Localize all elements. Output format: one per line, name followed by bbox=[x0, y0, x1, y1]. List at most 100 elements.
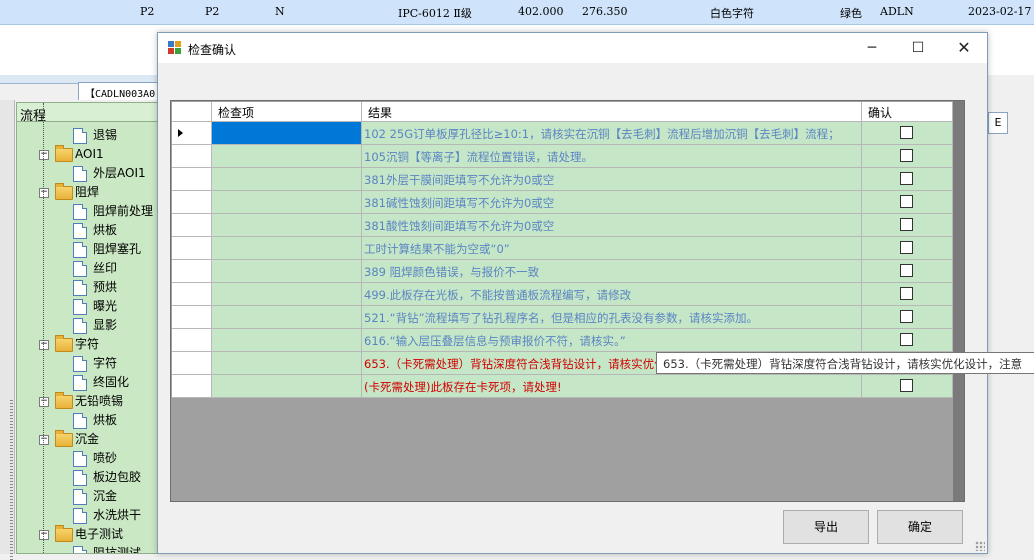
table-row[interactable]: (卡死需处理)此板存在卡死项，请处理! bbox=[172, 375, 953, 398]
row-selector[interactable] bbox=[172, 352, 212, 375]
confirm-checkbox[interactable] bbox=[900, 149, 913, 162]
tree-group-node[interactable]: − 电子测试 bbox=[17, 525, 157, 544]
header-check-item[interactable]: 检查项 bbox=[212, 102, 362, 122]
collapse-icon[interactable]: − bbox=[39, 150, 49, 160]
tree-leaf-node[interactable]: 喷砂 bbox=[17, 449, 157, 468]
row-selector[interactable] bbox=[172, 145, 212, 168]
row-selector[interactable] bbox=[172, 306, 212, 329]
check-item-cell[interactable] bbox=[212, 191, 362, 214]
collapse-icon[interactable]: − bbox=[39, 340, 49, 350]
row-selector[interactable] bbox=[172, 214, 212, 237]
background-right-tab[interactable]: E bbox=[988, 112, 1008, 134]
confirm-cell[interactable] bbox=[862, 283, 953, 306]
row-selector[interactable] bbox=[172, 283, 212, 306]
row-selector[interactable] bbox=[172, 122, 212, 145]
tree-leaf-node[interactable]: 阻焊前处理 bbox=[17, 202, 157, 221]
confirm-button[interactable]: 确定 bbox=[877, 510, 963, 544]
result-cell[interactable]: 381酸性蚀刻间距填写不允许为0或空 bbox=[362, 214, 862, 237]
tree-leaf-node[interactable]: 终固化 bbox=[17, 373, 157, 392]
confirm-cell[interactable] bbox=[862, 260, 953, 283]
tree-leaf-node[interactable]: 阻焊塞孔 bbox=[17, 240, 157, 259]
tree-leaf-node[interactable]: 外层AOI1 bbox=[17, 164, 157, 183]
row-selector[interactable] bbox=[172, 168, 212, 191]
tree-leaf-node[interactable]: 水洗烘干 bbox=[17, 506, 157, 525]
result-cell[interactable]: 521.“背钻”流程填写了钻孔程序名，但是相应的孔表没有参数，请核实添加。 bbox=[362, 306, 862, 329]
result-cell[interactable]: 499.此板存在光板，不能按普通板流程编写，请修改 bbox=[362, 283, 862, 306]
background-splitter[interactable] bbox=[0, 100, 15, 560]
confirm-cell[interactable] bbox=[862, 214, 953, 237]
confirm-checkbox[interactable] bbox=[900, 126, 913, 139]
result-cell[interactable]: (卡死需处理)此板存在卡死项，请处理! bbox=[362, 375, 862, 398]
confirm-cell[interactable] bbox=[862, 329, 953, 352]
confirm-checkbox[interactable] bbox=[900, 172, 913, 185]
result-cell[interactable]: 381碱性蚀刻间距填写不允许为0或空 bbox=[362, 191, 862, 214]
header-result[interactable]: 结果 bbox=[362, 102, 862, 122]
confirm-checkbox[interactable] bbox=[900, 195, 913, 208]
confirm-cell[interactable] bbox=[862, 306, 953, 329]
confirm-checkbox[interactable] bbox=[900, 287, 913, 300]
check-item-cell[interactable] bbox=[212, 260, 362, 283]
check-item-cell[interactable] bbox=[212, 329, 362, 352]
tree-leaf-node[interactable]: 丝印 bbox=[17, 259, 157, 278]
row-selector[interactable] bbox=[172, 237, 212, 260]
confirm-checkbox[interactable] bbox=[900, 310, 913, 323]
confirm-checkbox[interactable] bbox=[900, 241, 913, 254]
check-item-cell[interactable] bbox=[212, 214, 362, 237]
tree-leaf-node[interactable]: 板边包胶 bbox=[17, 468, 157, 487]
check-item-cell[interactable] bbox=[212, 168, 362, 191]
table-row[interactable]: 381酸性蚀刻间距填写不允许为0或空 bbox=[172, 214, 953, 237]
confirm-cell[interactable] bbox=[862, 191, 953, 214]
row-selector[interactable] bbox=[172, 329, 212, 352]
confirm-cell[interactable] bbox=[862, 375, 953, 398]
result-cell[interactable]: 381外层干膜间距填写不允许为0或空 bbox=[362, 168, 862, 191]
confirm-cell[interactable] bbox=[862, 237, 953, 260]
table-row[interactable]: 499.此板存在光板，不能按普通板流程编写，请修改 bbox=[172, 283, 953, 306]
table-row[interactable]: 381外层干膜间距填写不允许为0或空 bbox=[172, 168, 953, 191]
confirm-checkbox[interactable] bbox=[900, 333, 913, 346]
table-row[interactable]: 521.“背钻”流程填写了钻孔程序名，但是相应的孔表没有参数，请核实添加。 bbox=[172, 306, 953, 329]
grid-scrollbar[interactable] bbox=[953, 101, 964, 501]
collapse-icon[interactable]: − bbox=[39, 397, 49, 407]
table-row[interactable]: 616.“输入层压叠层信息与预审报价不符，请核实。” bbox=[172, 329, 953, 352]
confirm-cell[interactable] bbox=[862, 122, 953, 145]
maximize-button[interactable]: ☐ bbox=[895, 33, 941, 63]
tree-leaf-node[interactable]: 字符 bbox=[17, 354, 157, 373]
result-cell[interactable]: 616.“输入层压叠层信息与预审报价不符，请核实。” bbox=[362, 329, 862, 352]
collapse-icon[interactable]: − bbox=[39, 530, 49, 540]
result-cell[interactable]: 389 阻焊颜色错误，与报价不一致 bbox=[362, 260, 862, 283]
row-selector[interactable] bbox=[172, 375, 212, 398]
confirm-checkbox[interactable] bbox=[900, 379, 913, 392]
dialog-titlebar[interactable]: 检查确认 ─ ☐ ✕ bbox=[158, 33, 987, 63]
export-button[interactable]: 导出 bbox=[783, 510, 869, 544]
tree-leaf-node[interactable]: 阻抗测试 bbox=[17, 544, 157, 553]
tree-group-node[interactable]: − 字符 bbox=[17, 335, 157, 354]
header-confirm[interactable]: 确认 bbox=[862, 102, 953, 122]
check-item-cell[interactable] bbox=[212, 306, 362, 329]
close-button[interactable]: ✕ bbox=[941, 33, 987, 63]
result-cell[interactable]: 工时计算结果不能为空或“0” bbox=[362, 237, 862, 260]
splitter-grip[interactable] bbox=[10, 400, 13, 560]
table-row[interactable]: 102 25G订单板厚孔径比≥10:1，请核实在沉铜【去毛刺】流程后增加沉铜【去… bbox=[172, 122, 953, 145]
process-tree[interactable]: 流程 退锡 − AOI1 外层AOI1− 阻焊 阻焊前处理 烘板 阻焊塞孔 丝印 预烘 曝光 显影 − 字… bbox=[16, 102, 158, 554]
collapse-icon[interactable]: − bbox=[39, 188, 49, 198]
check-item-cell[interactable] bbox=[212, 122, 362, 145]
table-row[interactable]: 105沉铜【等离子】流程位置错误，请处理。 bbox=[172, 145, 953, 168]
collapse-icon[interactable]: − bbox=[39, 435, 49, 445]
tree-group-node[interactable]: − AOI1 bbox=[17, 145, 157, 164]
table-row[interactable]: 389 阻焊颜色错误，与报价不一致 bbox=[172, 260, 953, 283]
check-item-cell[interactable] bbox=[212, 283, 362, 306]
row-selector[interactable] bbox=[172, 260, 212, 283]
tree-group-node[interactable]: − 阻焊 bbox=[17, 183, 157, 202]
result-cell[interactable]: 105沉铜【等离子】流程位置错误，请处理。 bbox=[362, 145, 862, 168]
tree-leaf-node[interactable]: 烘板 bbox=[17, 411, 157, 430]
check-item-cell[interactable] bbox=[212, 352, 362, 375]
tree-leaf-node[interactable]: 退锡 bbox=[17, 126, 157, 145]
tree-group-node[interactable]: − 沉金 bbox=[17, 430, 157, 449]
result-cell[interactable]: 102 25G订单板厚孔径比≥10:1，请核实在沉铜【去毛刺】流程后增加沉铜【去… bbox=[362, 122, 862, 145]
tree-leaf-node[interactable]: 显影 bbox=[17, 316, 157, 335]
confirm-checkbox[interactable] bbox=[900, 218, 913, 231]
confirm-cell[interactable] bbox=[862, 145, 953, 168]
tree-leaf-node[interactable]: 预烘 bbox=[17, 278, 157, 297]
background-document-tab[interactable]: 【CADLN003A0 bbox=[78, 82, 158, 100]
confirm-cell[interactable] bbox=[862, 168, 953, 191]
